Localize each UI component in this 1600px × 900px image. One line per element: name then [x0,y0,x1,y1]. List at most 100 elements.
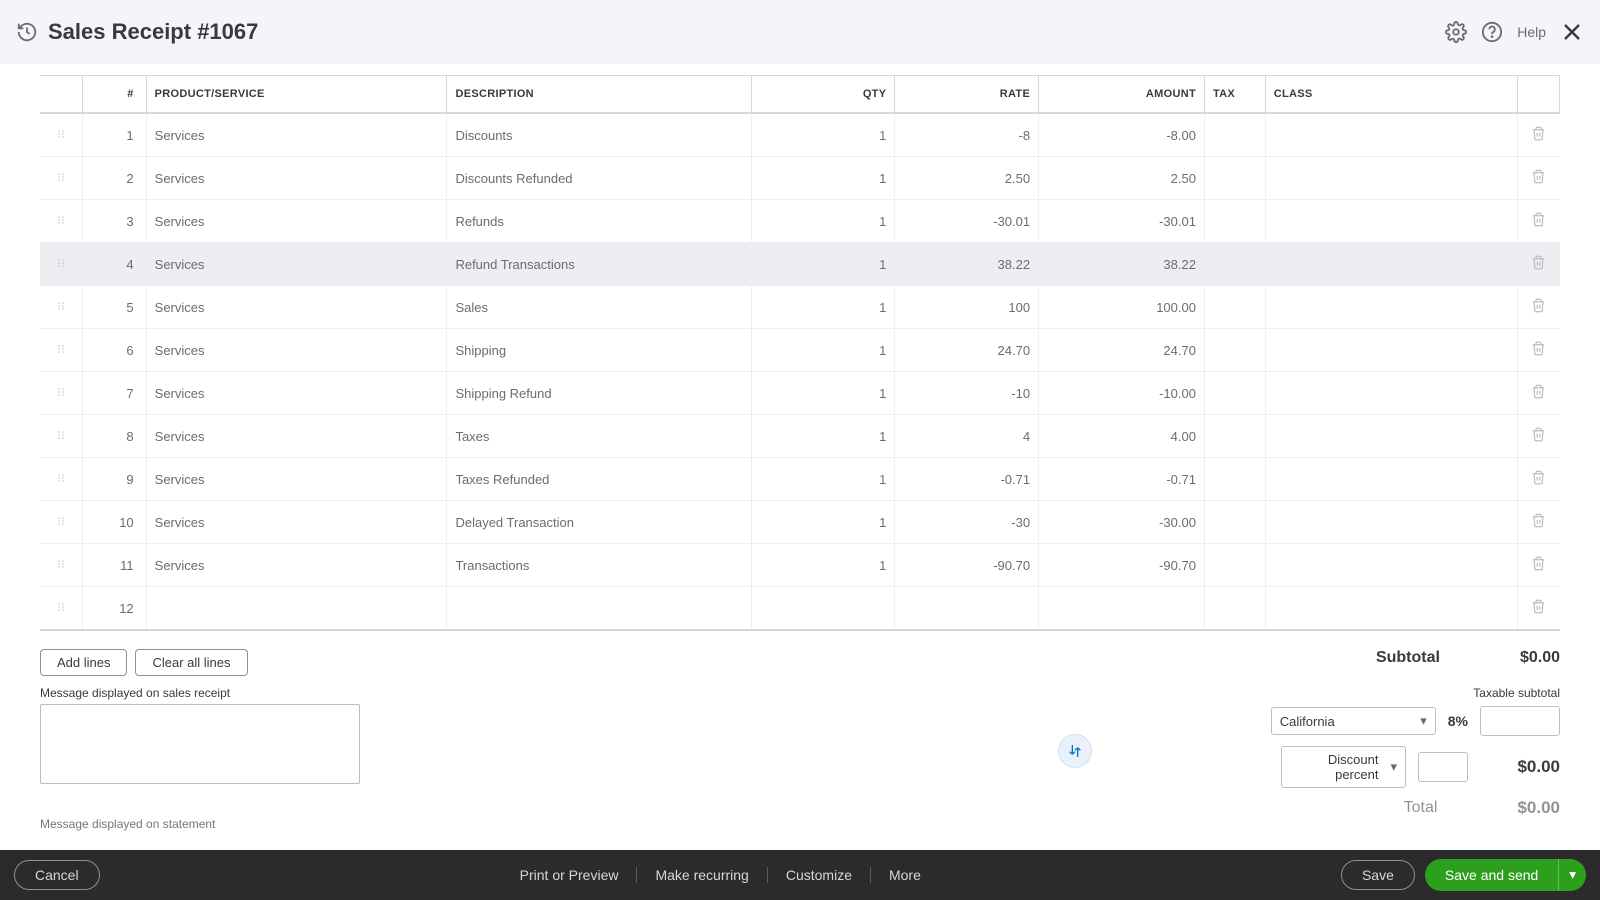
row-amount[interactable]: 24.70 [1039,329,1205,372]
help-icon[interactable] [1481,21,1503,43]
row-amount[interactable]: -10.00 [1039,372,1205,415]
row-amount[interactable]: -8.00 [1039,113,1205,157]
table-row[interactable]: 12 [40,587,1560,631]
trash-icon[interactable] [1531,258,1546,273]
row-rate[interactable]: -10 [895,372,1039,415]
row-tax[interactable] [1204,329,1265,372]
row-class[interactable] [1265,200,1517,243]
trash-icon[interactable] [1531,387,1546,402]
row-product[interactable] [146,587,447,631]
tax-amount-input[interactable] [1480,706,1560,736]
table-row[interactable]: 5ServicesSales1100100.00 [40,286,1560,329]
row-class[interactable] [1265,458,1517,501]
row-tax[interactable] [1204,157,1265,200]
row-class[interactable] [1265,157,1517,200]
row-class[interactable] [1265,544,1517,587]
row-class[interactable] [1265,243,1517,286]
row-rate[interactable]: 24.70 [895,329,1039,372]
save-button[interactable]: Save [1341,860,1415,890]
row-class[interactable] [1265,286,1517,329]
row-class[interactable] [1265,372,1517,415]
row-qty[interactable]: 1 [751,200,895,243]
trash-icon[interactable] [1531,430,1546,445]
row-product[interactable]: Services [146,286,447,329]
row-tax[interactable] [1204,286,1265,329]
row-qty[interactable] [751,587,895,631]
trash-icon[interactable] [1531,301,1546,316]
row-rate[interactable]: -90.70 [895,544,1039,587]
row-qty[interactable]: 1 [751,157,895,200]
row-description[interactable] [447,587,751,631]
row-amount[interactable] [1039,587,1205,631]
table-row[interactable]: 8ServicesTaxes144.00 [40,415,1560,458]
row-tax[interactable] [1204,243,1265,286]
row-class[interactable] [1265,587,1517,631]
more-link[interactable]: More [871,867,939,883]
row-qty[interactable]: 1 [751,329,895,372]
drag-handle-icon[interactable] [55,558,67,573]
add-lines-button[interactable]: Add lines [40,649,127,676]
row-amount[interactable]: -30.01 [1039,200,1205,243]
row-product[interactable]: Services [146,372,447,415]
print-preview-link[interactable]: Print or Preview [502,867,638,883]
row-product[interactable]: Services [146,501,447,544]
row-tax[interactable] [1204,113,1265,157]
row-description[interactable]: Refunds [447,200,751,243]
row-rate[interactable] [895,587,1039,631]
row-class[interactable] [1265,501,1517,544]
discount-type-select[interactable]: Discount percent ▾ [1281,746,1406,788]
row-amount[interactable]: 2.50 [1039,157,1205,200]
history-icon[interactable] [16,21,38,43]
table-row[interactable]: 7ServicesShipping Refund1-10-10.00 [40,372,1560,415]
row-description[interactable]: Delayed Transaction [447,501,751,544]
row-class[interactable] [1265,415,1517,458]
row-description[interactable]: Shipping Refund [447,372,751,415]
row-product[interactable]: Services [146,113,447,157]
drag-handle-icon[interactable] [55,343,67,358]
drag-handle-icon[interactable] [55,429,67,444]
receipt-message-input[interactable] [40,704,360,784]
row-tax[interactable] [1204,501,1265,544]
row-qty[interactable]: 1 [751,415,895,458]
close-icon[interactable] [1560,20,1584,44]
row-qty[interactable]: 1 [751,286,895,329]
row-tax[interactable] [1204,544,1265,587]
row-amount[interactable]: 38.22 [1039,243,1205,286]
drag-handle-icon[interactable] [55,386,67,401]
drag-handle-icon[interactable] [55,472,67,487]
row-rate[interactable]: 4 [895,415,1039,458]
row-rate[interactable]: -8 [895,113,1039,157]
table-row[interactable]: 9ServicesTaxes Refunded1-0.71-0.71 [40,458,1560,501]
drag-handle-icon[interactable] [55,128,67,143]
row-product[interactable]: Services [146,415,447,458]
gear-icon[interactable] [1445,21,1467,43]
help-link[interactable]: Help [1517,24,1546,40]
row-description[interactable]: Refund Transactions [447,243,751,286]
table-row[interactable]: 1ServicesDiscounts1-8-8.00 [40,113,1560,157]
row-description[interactable]: Sales [447,286,751,329]
row-description[interactable]: Taxes [447,415,751,458]
row-product[interactable]: Services [146,329,447,372]
trash-icon[interactable] [1531,602,1546,617]
row-qty[interactable]: 1 [751,372,895,415]
row-description[interactable]: Shipping [447,329,751,372]
row-rate[interactable]: 2.50 [895,157,1039,200]
trash-icon[interactable] [1531,559,1546,574]
table-row[interactable]: 2ServicesDiscounts Refunded12.502.50 [40,157,1560,200]
row-amount[interactable]: 4.00 [1039,415,1205,458]
save-and-send-dropdown[interactable]: ▾ [1558,859,1586,891]
save-and-send-button[interactable]: Save and send [1425,859,1558,891]
table-row[interactable]: 4ServicesRefund Transactions138.2238.22 [40,243,1560,286]
row-tax[interactable] [1204,587,1265,631]
row-description[interactable]: Transactions [447,544,751,587]
row-class[interactable] [1265,329,1517,372]
row-amount[interactable]: -90.70 [1039,544,1205,587]
drag-handle-icon[interactable] [55,601,67,616]
row-amount[interactable]: 100.00 [1039,286,1205,329]
table-row[interactable]: 11ServicesTransactions1-90.70-90.70 [40,544,1560,587]
row-qty[interactable]: 1 [751,113,895,157]
trash-icon[interactable] [1531,215,1546,230]
row-amount[interactable]: -30.00 [1039,501,1205,544]
row-amount[interactable]: -0.71 [1039,458,1205,501]
row-qty[interactable]: 1 [751,544,895,587]
